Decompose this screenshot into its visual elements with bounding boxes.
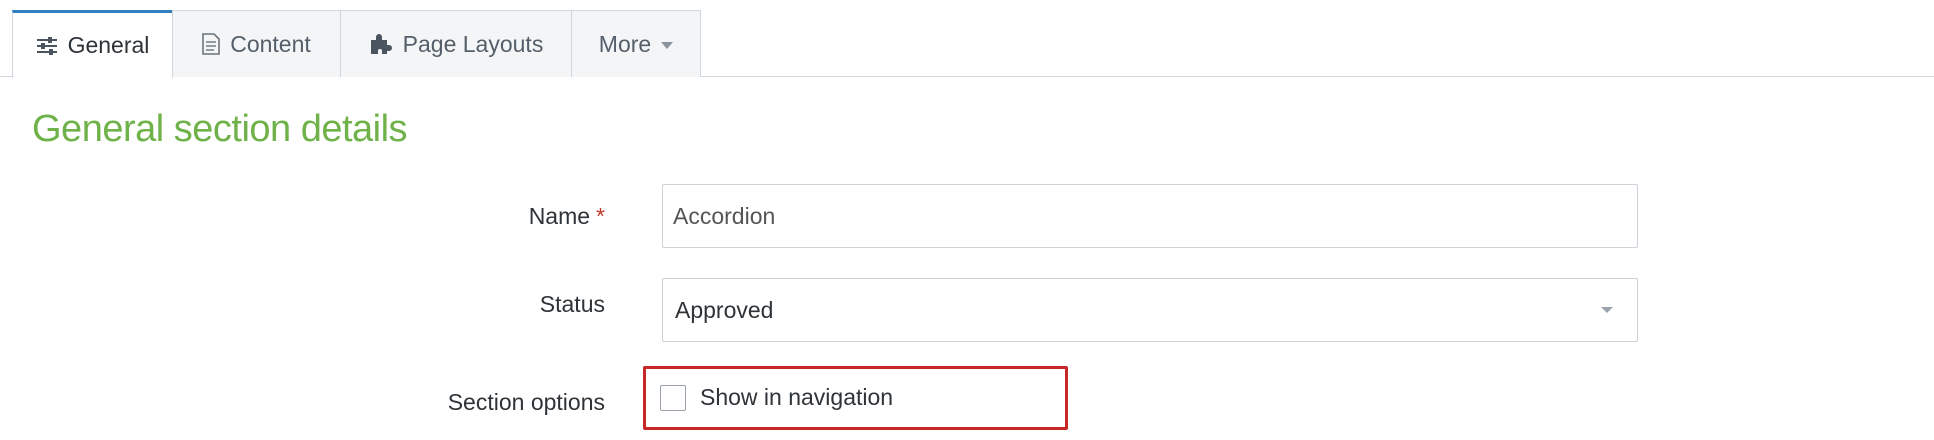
tab-content[interactable]: Content	[172, 10, 341, 77]
tab-more-label: More	[598, 30, 652, 57]
show-in-navigation-checkbox[interactable]	[660, 384, 686, 411]
sliders-icon	[36, 36, 58, 56]
section-options-label: Section options	[447, 389, 605, 415]
name-input[interactable]	[662, 184, 1638, 248]
caret-down-icon	[661, 42, 674, 49]
status-select[interactable]: Approved	[662, 278, 1638, 342]
section-title: General section details	[32, 108, 408, 150]
tab-content-label: Content	[230, 30, 311, 57]
document-icon	[202, 33, 221, 55]
tab-general-label: General	[67, 32, 150, 58]
show-in-navigation-option[interactable]: Show in navigation	[660, 384, 893, 411]
chevron-down-icon	[1601, 307, 1613, 313]
tab-more[interactable]: More	[571, 10, 701, 77]
required-asterisk: *	[596, 203, 605, 229]
status-selected-value: Approved	[675, 296, 774, 323]
tab-bar: General Content Page Layouts More	[0, 0, 1934, 78]
tab-general[interactable]: General	[12, 10, 173, 78]
name-label: Name *	[529, 203, 605, 230]
status-label: Status	[539, 291, 605, 317]
name-label-text: Name	[528, 203, 591, 229]
tab-page-layouts[interactable]: Page Layouts	[340, 10, 572, 77]
tab-page-layouts-label: Page Layouts	[402, 30, 544, 57]
puzzle-icon	[369, 33, 393, 55]
show-in-navigation-label: Show in navigation	[700, 384, 894, 410]
